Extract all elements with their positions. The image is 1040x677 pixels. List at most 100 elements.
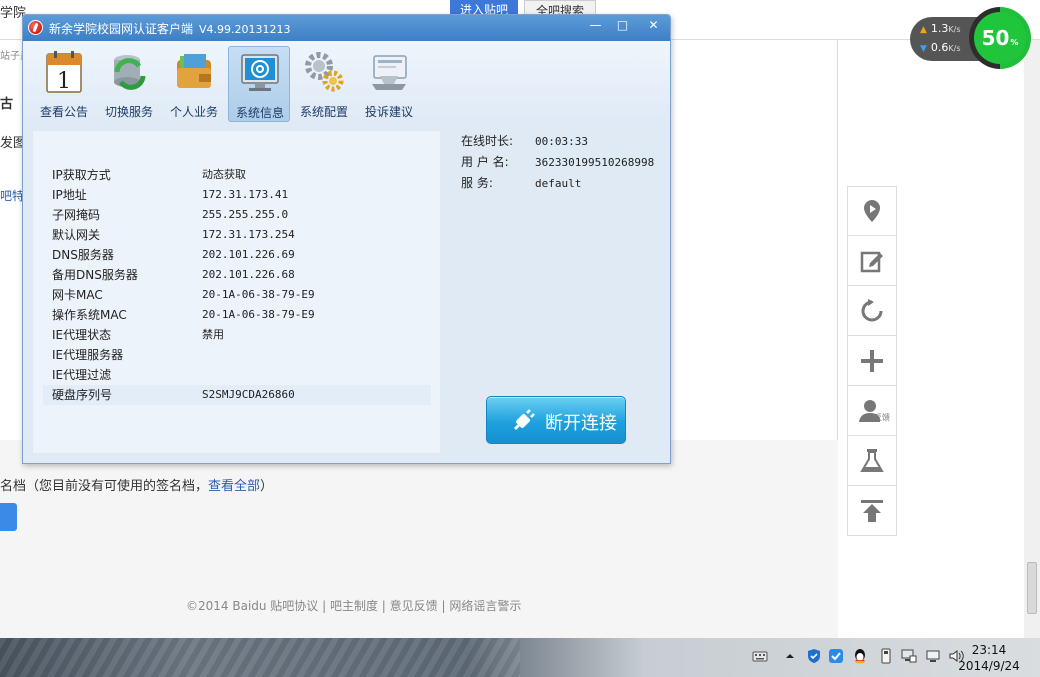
tab-label: 投诉建议	[364, 105, 413, 119]
tab-system-config[interactable]: 系统配置	[293, 46, 355, 122]
calendar-icon: 1	[46, 51, 82, 94]
back-to-top-tool[interactable]	[847, 486, 897, 536]
title-bar[interactable]: 新余学院校园网认证客户端 V4.99.20131213 — □ ✕	[23, 15, 670, 41]
upload-arrow-icon: ▲	[920, 25, 927, 35]
info-label: 操作系统MAC	[52, 308, 127, 322]
info-label: IP地址	[52, 188, 87, 202]
feedback-tool[interactable]: 反馈	[847, 386, 897, 436]
username-row: 用 户 名: 362330199510268998	[461, 153, 654, 170]
info-row: IP获取方式 动态获取	[43, 165, 431, 185]
location-tool[interactable]	[847, 186, 897, 236]
side-toolbar: 反馈	[847, 186, 897, 536]
memory-usage-ball[interactable]: 50%	[969, 7, 1031, 69]
flask-icon	[860, 448, 884, 472]
status-label: 在线时长:	[461, 134, 514, 148]
shield-icon[interactable]	[806, 648, 822, 664]
info-value: 172.31.173.254	[202, 228, 295, 241]
feedback-tool-label: 反馈	[874, 413, 890, 422]
add-tool[interactable]	[847, 336, 897, 386]
monitor-at-icon	[241, 54, 279, 91]
location-pin-icon	[864, 200, 880, 222]
memory-usage-value: 50	[981, 26, 1010, 50]
refresh-tool[interactable]	[847, 286, 897, 336]
security-icon[interactable]	[828, 648, 844, 664]
minimize-button[interactable]: —	[583, 17, 608, 34]
page-scrollbar[interactable]	[1024, 40, 1040, 638]
calendar-day: 1	[57, 69, 71, 94]
network-icon[interactable]	[901, 648, 917, 664]
tab-announcements[interactable]: 1 查看公告	[33, 46, 95, 122]
signature-text: 名档（您目前没有可使用的签名档，	[0, 479, 209, 494]
keyboard-icon[interactable]	[752, 648, 768, 664]
windows-taskbar: 23:14 2014/9/24	[0, 638, 1040, 677]
tab-switch-service[interactable]: 切换服务	[98, 46, 160, 122]
plug-icon	[513, 409, 535, 431]
username-value: 362330199510268998	[535, 156, 655, 169]
info-label: DNS服务器	[52, 248, 114, 262]
info-label: 子网掩码	[52, 208, 101, 222]
info-value: 20-1A-06-38-79-E9	[202, 308, 315, 321]
clock-time: 23:14	[971, 643, 1007, 657]
info-value: 202.101.226.69	[202, 248, 295, 261]
disconnect-button[interactable]: 断开连接	[486, 396, 626, 444]
info-row: 默认网关 172.31.173.254	[43, 225, 431, 245]
download-arrow-icon: ▼	[920, 44, 927, 54]
view-all-link[interactable]: 查看全部	[208, 479, 260, 494]
info-label: IE代理过滤	[52, 368, 112, 382]
window-title: 新余学院校园网认证客户端 V4.99.20131213	[49, 20, 291, 37]
plus-icon	[861, 349, 883, 372]
gears-icon	[305, 52, 344, 92]
upload-speed: ▲ 1.3K/s	[920, 22, 961, 35]
page-fragment: 古	[0, 97, 14, 112]
status-label: 用 户 名:	[461, 155, 509, 169]
signature-line: 名档（您目前没有可使用的签名档，查看全部）	[0, 475, 273, 494]
qq-icon[interactable]	[852, 648, 868, 664]
info-row: IE代理状态 禁用	[43, 325, 431, 345]
edit-icon	[860, 251, 883, 272]
campus-client-window: 新余学院校园网认证客户端 V4.99.20131213 — □ ✕ 1 查看公告 …	[22, 14, 671, 464]
info-value: 255.255.255.0	[202, 208, 289, 221]
info-label: IE代理状态	[52, 328, 112, 342]
info-row: DNS服务器 202.101.226.69	[43, 245, 431, 265]
system-clock[interactable]: 23:14 2014/9/24	[954, 642, 1024, 674]
scrollbar-thumb[interactable]	[1027, 562, 1037, 614]
tab-system-info[interactable]: 系统信息	[228, 46, 290, 122]
speed-unit: K/s	[948, 25, 961, 34]
maximize-button[interactable]: □	[610, 17, 635, 34]
edit-tool[interactable]	[847, 236, 897, 286]
info-row: IP地址 172.31.173.41	[43, 185, 431, 205]
back-to-top-icon	[861, 499, 883, 522]
upload-speed-value: 1.3	[930, 22, 949, 35]
disconnect-label: 断开连接	[545, 413, 617, 434]
info-row: 网卡MAC 20-1A-06-38-79-E9	[43, 285, 431, 305]
info-value: 禁用	[202, 328, 224, 341]
memory-usage-unit: %	[1010, 37, 1019, 47]
close-button[interactable]: ✕	[639, 17, 668, 34]
tab-feedback[interactable]: 投诉建议	[358, 46, 420, 122]
tab-personal-business[interactable]: 个人业务	[163, 46, 225, 122]
tab-label: 系统配置	[299, 105, 348, 119]
info-value: 20-1A-06-38-79-E9	[202, 288, 315, 301]
signature-text-end: ）	[260, 479, 274, 494]
app-version: V4.99.20131213	[199, 23, 291, 36]
show-hidden-icon[interactable]	[782, 648, 798, 664]
network-adapter-icon[interactable]	[925, 648, 941, 664]
submit-button[interactable]	[0, 503, 17, 531]
taskbar-wallpaper	[0, 638, 520, 677]
info-label: IP获取方式	[52, 168, 111, 182]
download-speed-value: 0.6	[930, 41, 949, 54]
tab-label: 查看公告	[39, 105, 88, 119]
usb-icon[interactable]	[878, 648, 894, 664]
info-row: 操作系统MAC 20-1A-06-38-79-E9	[43, 305, 431, 325]
info-row: 硬盘序列号 S2SMJ9CDA26860	[43, 385, 431, 405]
service-value: default	[535, 177, 582, 190]
page-fragment: 吧特	[0, 189, 25, 203]
info-value: 172.31.173.41	[202, 188, 289, 201]
info-label: 网卡MAC	[52, 288, 103, 302]
info-value: 202.101.226.68	[202, 268, 295, 281]
lab-tool[interactable]	[847, 436, 897, 486]
feedback-icon	[372, 55, 407, 90]
info-label: 硬盘序列号	[52, 388, 113, 402]
app-logo-icon	[28, 20, 43, 35]
info-label: 备用DNS服务器	[52, 268, 138, 282]
